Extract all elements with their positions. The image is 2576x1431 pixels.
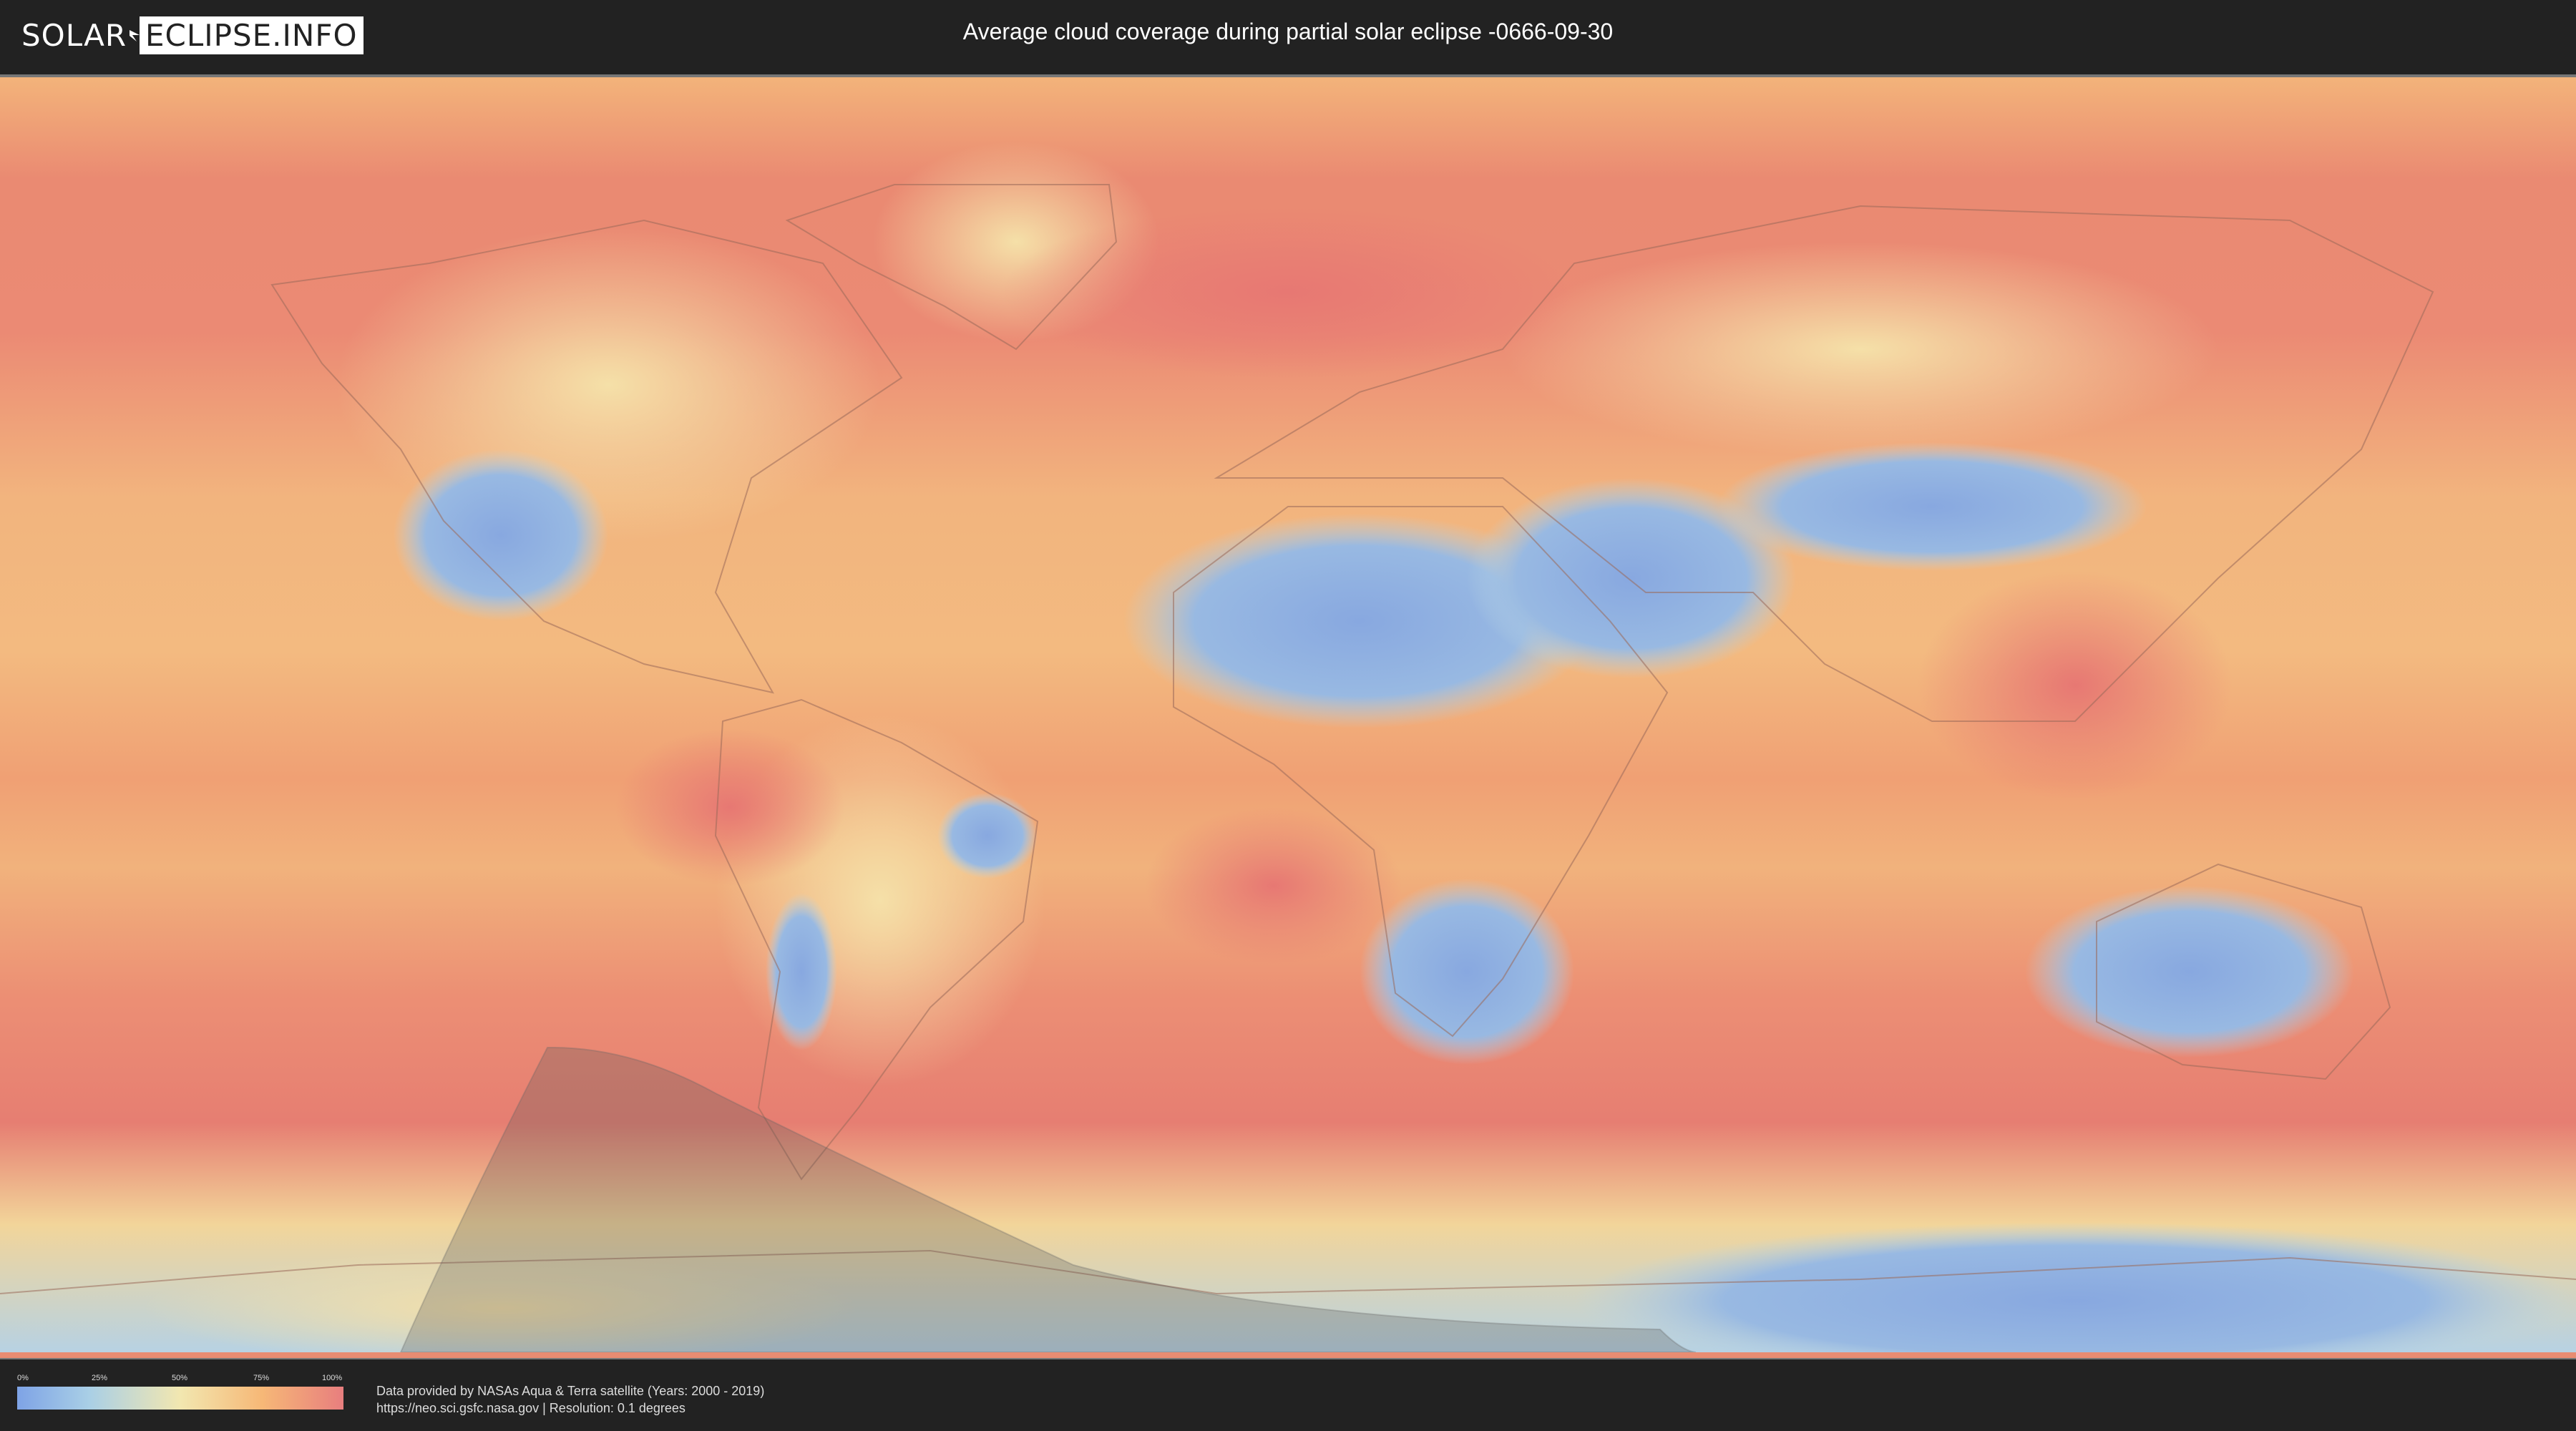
legend-tick-75: 75% xyxy=(253,1374,270,1382)
cloud-coverage-map[interactable] xyxy=(0,74,2576,1361)
page-title: Average cloud coverage during partial so… xyxy=(962,19,1614,44)
legend-tick-0: 0% xyxy=(17,1374,29,1382)
header-bar: SOLAR ECLIPSE.INFO Average cloud coverag… xyxy=(0,0,2576,72)
legend-ticks: 0% 25% 50% 75% 100% xyxy=(17,1374,343,1385)
cloud-coverage-legend: 0% 25% 50% 75% 100% xyxy=(17,1374,343,1410)
world-map-svg xyxy=(0,77,2576,1352)
credits-line-url: https://neo.sci.gsfc.nasa.gov | Resoluti… xyxy=(376,1401,686,1415)
data-credits: Data provided by NASAs Aqua & Terra sate… xyxy=(376,1382,764,1417)
legend-tick-100: 100% xyxy=(322,1374,343,1382)
credits-line-source: Data provided by NASAs Aqua & Terra sate… xyxy=(376,1384,765,1398)
footer-bar: 0% 25% 50% 75% 100% Data provided by NAS… xyxy=(0,1359,2576,1431)
legend-tick-50: 50% xyxy=(172,1374,188,1382)
legend-tick-25: 25% xyxy=(92,1374,108,1382)
legend-color-bar xyxy=(17,1387,343,1410)
